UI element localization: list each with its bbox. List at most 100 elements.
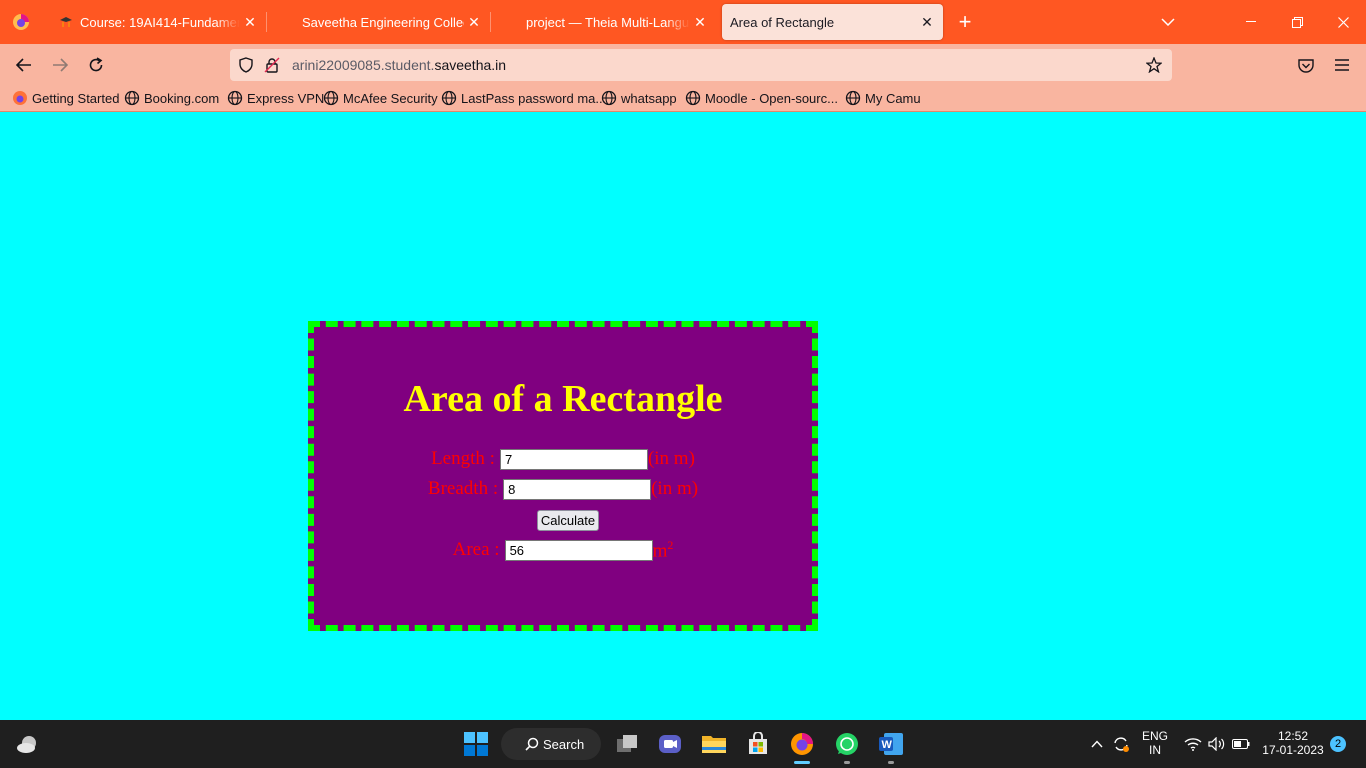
file-explorer-icon[interactable] — [700, 730, 728, 758]
breadth-row: Breadth : (in m) — [314, 478, 812, 500]
forward-arrow-icon[interactable] — [44, 49, 76, 81]
bookmark-label: Booking.com — [144, 90, 220, 106]
bookmark-label: Getting Started — [32, 90, 120, 106]
hamburger-menu-icon[interactable] — [1326, 49, 1358, 81]
globe-icon — [124, 90, 140, 106]
bookmark-label: McAfee Security — [343, 90, 438, 106]
bookmark-whatsapp[interactable]: whatsapp — [601, 90, 677, 106]
back-arrow-icon[interactable] — [8, 49, 40, 81]
blank-favicon-icon — [280, 14, 296, 30]
restore-icon[interactable] — [1274, 0, 1320, 44]
pocket-icon[interactable] — [1290, 49, 1322, 81]
shield-icon[interactable] — [238, 57, 254, 73]
bookmark-label: Express VPN — [247, 90, 325, 106]
bookmark-mcafee[interactable]: McAfee Security — [323, 90, 438, 106]
teams-chat-icon[interactable] — [656, 730, 684, 758]
globe-icon — [601, 90, 617, 106]
new-tab-icon[interactable]: + — [952, 9, 978, 35]
notification-badge[interactable]: 2 — [1330, 736, 1346, 752]
running-app-indicator — [888, 761, 894, 764]
area-calculator-form: Area of a Rectangle Length : (in m) Brea… — [308, 321, 818, 631]
tab-close-icon[interactable]: ✕ — [464, 12, 484, 32]
reload-icon[interactable] — [80, 49, 112, 81]
taskbar-search[interactable]: Search — [501, 728, 601, 760]
task-view-icon[interactable] — [613, 730, 641, 758]
tab-course[interactable]: Course: 19AI414-Fundamentals of ✕ — [44, 0, 266, 44]
firefox-taskbar-icon[interactable] — [788, 730, 816, 758]
word-icon[interactable]: W — [877, 730, 905, 758]
breadth-input[interactable] — [503, 478, 652, 500]
tab-title: Course: 19AI414-Fundamentals of — [80, 14, 240, 30]
bookmark-label: LastPass password ma... — [461, 90, 607, 106]
bookmark-label: Moodle - Open-sourc... — [705, 90, 838, 106]
globe-icon — [685, 90, 701, 106]
search-label: Search — [543, 736, 585, 752]
microsoft-store-icon[interactable] — [744, 730, 772, 758]
tab-title: Saveetha Engineering College — [302, 14, 464, 30]
globe-icon — [441, 90, 457, 106]
tab-close-icon[interactable]: ✕ — [690, 12, 710, 32]
search-icon — [525, 737, 539, 751]
sync-icon[interactable] — [1107, 730, 1135, 758]
svg-text:W: W — [882, 739, 893, 751]
region-code: IN — [1149, 743, 1161, 757]
page-heading: Area of a Rectangle — [403, 378, 723, 420]
weather-icon[interactable] — [14, 730, 42, 758]
tab-area-of-rectangle[interactable]: Area of Rectangle ✕ — [722, 4, 943, 40]
bookmark-label: My Camu — [865, 90, 921, 106]
length-input[interactable] — [499, 448, 648, 470]
running-app-indicator — [844, 761, 850, 764]
bookmark-lastpass[interactable]: LastPass password ma... — [441, 90, 606, 106]
moodle-favicon-icon — [58, 14, 74, 30]
tab-title: Area of Rectangle — [730, 14, 835, 30]
whatsapp-icon[interactable] — [833, 730, 861, 758]
calculate-button[interactable]: Calculate — [537, 510, 599, 531]
length-row: Length : (in m) — [314, 448, 812, 470]
globe-icon — [227, 90, 243, 106]
globe-icon — [845, 90, 861, 106]
tab-title: project — Theia Multi-Language Explorer — [526, 14, 690, 30]
firefox-view-icon[interactable] — [0, 0, 42, 44]
windows-taskbar: Search W ENG IN 12:52 17-01-2023 2 — [0, 720, 1366, 768]
area-label: Area : — [452, 539, 500, 561]
lock-icon[interactable] — [264, 57, 280, 73]
blank-favicon-icon — [504, 14, 520, 30]
bookmark-booking[interactable]: Booking.com — [124, 90, 219, 106]
area-unit-base: m — [652, 540, 668, 562]
bookmark-moodle[interactable]: Moodle - Open-sourc... — [685, 90, 838, 106]
tab-bar: Course: 19AI414-Fundamentals of ✕ Saveet… — [0, 0, 1366, 44]
bookmark-label: whatsapp — [621, 90, 677, 106]
active-app-indicator — [794, 761, 810, 764]
bookmark-star-icon[interactable] — [1146, 57, 1162, 73]
tab-theia[interactable]: project — Theia Multi-Language Explorer … — [490, 0, 716, 44]
area-row: Area : m2 — [314, 538, 812, 562]
tab-close-icon[interactable]: ✕ — [917, 12, 937, 32]
firefox-icon — [13, 91, 27, 105]
close-window-icon[interactable] — [1320, 0, 1366, 44]
url-host: saveetha.in — [434, 57, 507, 73]
area-output[interactable] — [504, 539, 653, 561]
bookmark-my-camu[interactable]: My Camu — [845, 90, 921, 106]
globe-icon — [323, 90, 339, 106]
navigation-bar: arini22009085.student.saveetha.in — [0, 44, 1366, 86]
url-bar[interactable]: arini22009085.student.saveetha.in — [230, 49, 1172, 81]
list-all-tabs-icon[interactable] — [1145, 0, 1191, 44]
clock-time: 12:52 — [1277, 729, 1309, 743]
tab-saveetha[interactable]: Saveetha Engineering College ✕ — [266, 0, 490, 44]
language-indicator[interactable]: ENG IN — [1138, 729, 1172, 757]
area-unit: m2 — [653, 538, 674, 562]
breadth-label: Breadth : — [427, 478, 499, 499]
url-prefix: arini22009085.student. — [292, 57, 435, 73]
language-code: ENG — [1141, 729, 1168, 743]
tab-close-icon[interactable]: ✕ — [240, 12, 260, 32]
area-unit-exponent: 2 — [667, 538, 674, 552]
bookmark-express-vpn[interactable]: Express VPN — [227, 90, 324, 106]
start-windows-icon[interactable] — [462, 730, 490, 758]
length-unit: (in m) — [647, 448, 695, 469]
battery-icon[interactable] — [1227, 730, 1255, 758]
bookmark-getting-started[interactable]: Getting Started — [12, 90, 119, 106]
clock-date: 17-01-2023 — [1262, 743, 1324, 757]
clock[interactable]: 12:52 17-01-2023 — [1258, 729, 1328, 757]
minimize-icon[interactable] — [1228, 0, 1274, 44]
page-content: Area of a Rectangle Length : (in m) Brea… — [0, 113, 1366, 720]
